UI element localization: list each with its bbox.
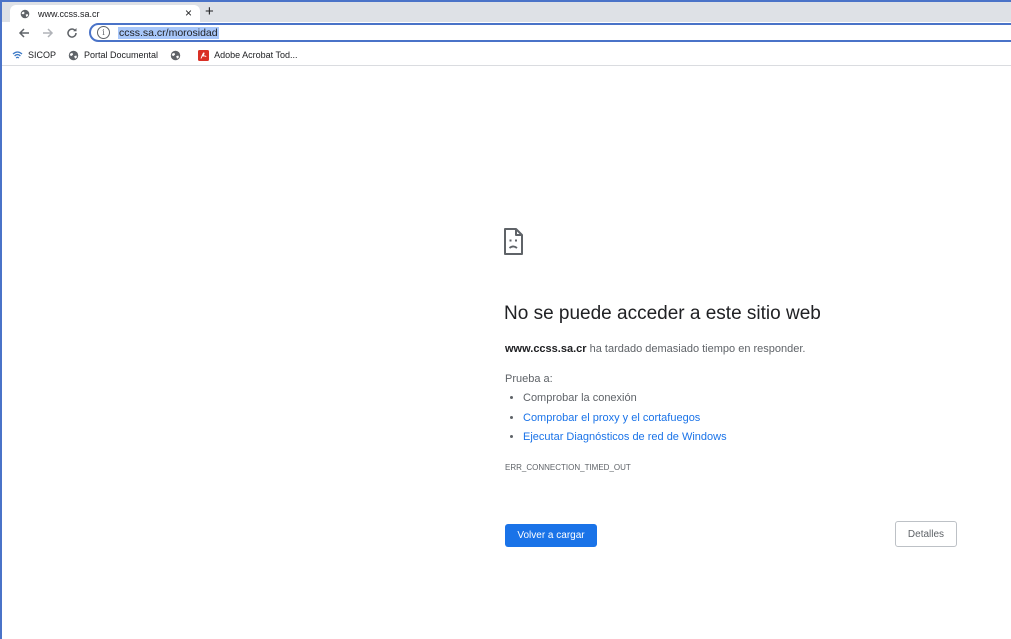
- forward-button[interactable]: [40, 25, 56, 41]
- suggestions-list: Comprobar la conexión Comprobar el proxy…: [505, 389, 727, 448]
- pdf-icon: [198, 49, 210, 61]
- bookmark-globe[interactable]: [170, 50, 186, 61]
- suggestion-text: Comprobar la conexión: [523, 392, 637, 404]
- error-page: No se puede acceder a este sitio web www…: [2, 67, 1011, 639]
- suggestion-check-proxy: Comprobar el proxy y el cortafuegos: [523, 409, 727, 429]
- globe-icon: [20, 9, 30, 19]
- new-tab-button[interactable]: +: [205, 4, 214, 20]
- forward-arrow-icon: [43, 28, 54, 38]
- url-text[interactable]: ccss.sa.cr/morosidad: [118, 26, 219, 39]
- suggestion-check-connection: Comprobar la conexión: [523, 389, 727, 409]
- bookmark-label: Adobe Acrobat Tod...: [214, 50, 298, 60]
- reload-button[interactable]: Volver a cargar: [505, 524, 597, 547]
- back-button[interactable]: [16, 25, 32, 41]
- globe-icon: [68, 50, 79, 61]
- error-host: www.ccss.sa.cr: [505, 343, 587, 355]
- check-proxy-link[interactable]: Comprobar el proxy y el cortafuegos: [523, 412, 700, 424]
- run-diagnostics-link[interactable]: Ejecutar Diagnósticos de red de Windows: [523, 431, 727, 443]
- details-button[interactable]: Detalles: [895, 521, 957, 547]
- error-title: No se puede acceder a este sitio web: [504, 303, 821, 324]
- bookmark-portal-documental[interactable]: Portal Documental: [68, 50, 158, 61]
- error-description: www.ccss.sa.cr ha tardado demasiado tiem…: [505, 343, 805, 355]
- try-label: Prueba a:: [505, 373, 553, 385]
- sad-page-icon: [504, 228, 523, 255]
- reload-toolbar-button[interactable]: [64, 25, 80, 41]
- info-icon[interactable]: i: [97, 26, 110, 39]
- toolbar: i ccss.sa.cr/morosidad: [2, 22, 1011, 45]
- browser-tab[interactable]: www.ccss.sa.cr ×: [10, 5, 200, 22]
- wifi-icon: [12, 50, 23, 61]
- bookmark-sicop[interactable]: SICOP: [12, 50, 56, 61]
- reload-icon: [67, 28, 77, 38]
- tab-title: www.ccss.sa.cr: [38, 8, 100, 19]
- browser-window: www.ccss.sa.cr × + i ccss.sa.cr/morosida…: [0, 0, 1011, 639]
- tab-close-button[interactable]: ×: [185, 6, 192, 20]
- bookmark-adobe-acrobat[interactable]: Adobe Acrobat Tod...: [198, 49, 298, 61]
- error-code: ERR_CONNECTION_TIMED_OUT: [505, 463, 631, 472]
- back-arrow-icon: [18, 28, 29, 38]
- suggestion-run-diagnostics: Ejecutar Diagnósticos de red de Windows: [523, 428, 727, 448]
- bookmark-label: Portal Documental: [84, 50, 159, 60]
- globe-icon: [170, 50, 181, 61]
- tab-strip: www.ccss.sa.cr × +: [2, 2, 1011, 22]
- error-description-text: ha tardado demasiado tiempo en responder…: [586, 343, 806, 355]
- bookmarks-bar: SICOP Portal Documental Adobe Acrobat To…: [2, 45, 1011, 66]
- address-bar[interactable]: i ccss.sa.cr/morosidad: [89, 23, 1011, 42]
- bookmark-label: SICOP: [28, 50, 57, 60]
